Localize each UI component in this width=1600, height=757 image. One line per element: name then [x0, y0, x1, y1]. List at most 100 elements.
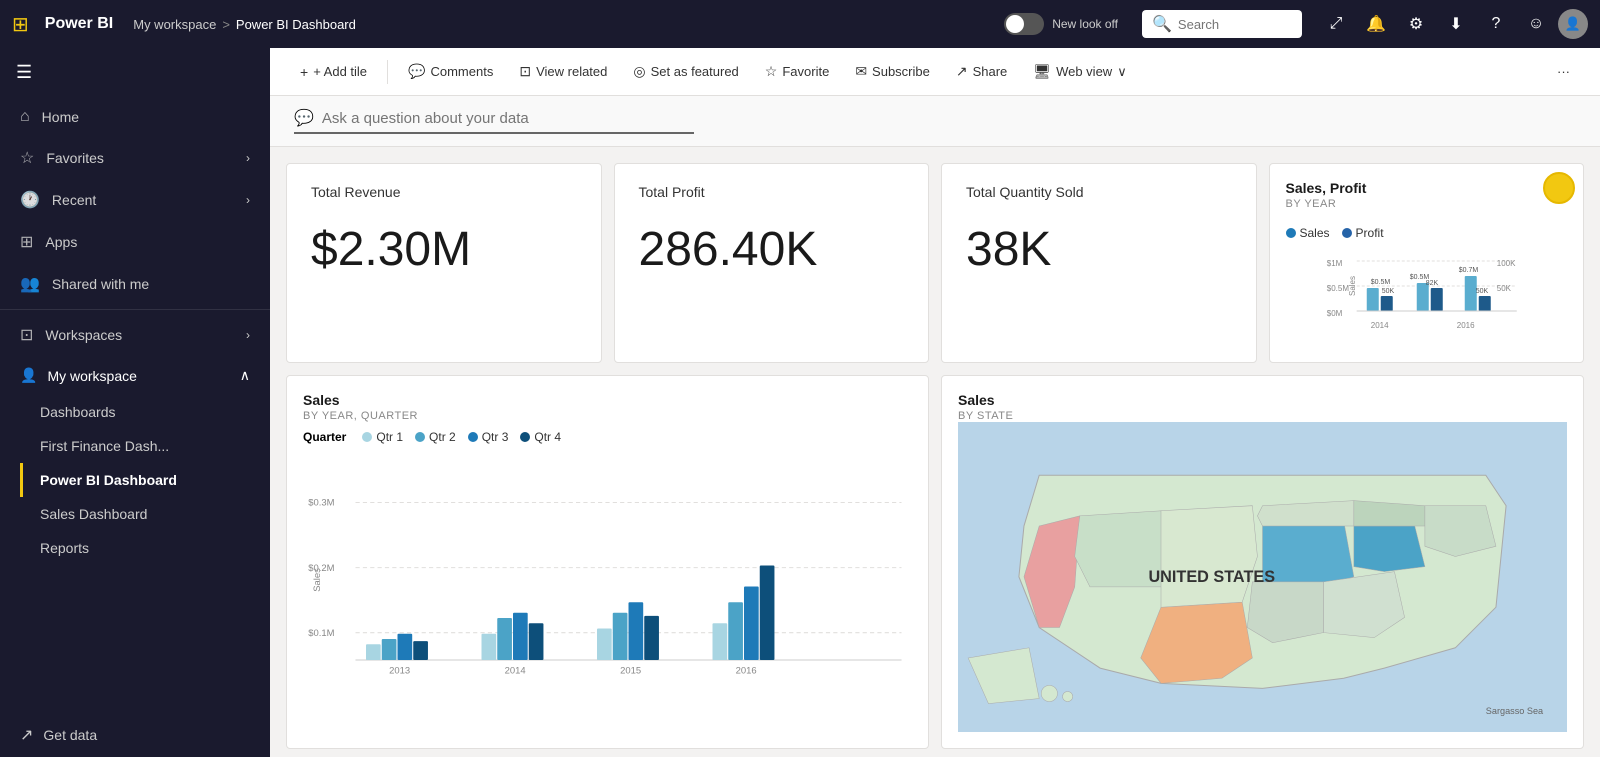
qa-icon: 💬	[294, 108, 314, 128]
qtr4-dot	[520, 432, 530, 442]
sidebar-item-get-data[interactable]: ↗ Get data	[0, 713, 270, 757]
breadcrumb-workspace[interactable]: My workspace	[133, 17, 216, 32]
total-qty-value: 38K	[966, 224, 1232, 277]
user-avatar[interactable]: 👤	[1558, 9, 1588, 39]
toolbar: + + Add tile 💬 Comments ⊡ View related ◎…	[270, 48, 1600, 96]
emoji-icon[interactable]: ☺	[1518, 6, 1554, 42]
featured-icon: ◎	[633, 63, 645, 80]
sidebar-favorites-label: Favorites	[46, 150, 104, 166]
qtr4-label: Qtr 4	[534, 430, 561, 444]
qtr3-legend: Qtr 3	[468, 430, 509, 444]
toggle-label: New look off	[1052, 17, 1118, 31]
sargasso-sea-label: Sargasso Sea	[1486, 706, 1544, 716]
settings-icon[interactable]: ⚙	[1398, 6, 1434, 42]
sidebar-item-reports[interactable]: Reports	[20, 531, 270, 565]
add-icon: +	[300, 64, 308, 80]
sales-state-title: Sales	[958, 392, 1567, 408]
breadcrumb: My workspace > Power BI Dashboard	[133, 17, 980, 32]
svg-text:2013: 2013	[389, 666, 410, 677]
bell-icon[interactable]: 🔔	[1358, 6, 1394, 42]
nav-icons: ⤢ 🔔 ⚙ ⬇ ? ☺ 👤	[1318, 6, 1588, 42]
top-navigation: ⊞ Power BI My workspace > Power BI Dashb…	[0, 0, 1600, 48]
favorite-button[interactable]: ☆ Favorite	[755, 57, 840, 86]
sales-profit-card: Sales, Profit BY YEAR Sales Profit	[1269, 163, 1585, 363]
us-map-container: UNITED STATES Sargasso Sea	[958, 422, 1567, 732]
total-revenue-value: $2.30M	[311, 224, 577, 277]
yellow-indicator	[1543, 172, 1575, 204]
first-finance-label: First Finance Dash...	[40, 438, 169, 454]
share-button[interactable]: ↗ Share	[946, 57, 1017, 86]
waffle-icon[interactable]: ⊞	[12, 12, 29, 37]
sidebar-header[interactable]: ☰	[0, 48, 270, 97]
chevron-down-icon: ∧	[240, 367, 250, 384]
chevron-right-icon-2: ›	[246, 193, 250, 207]
svg-text:2014: 2014	[505, 666, 526, 677]
new-look-toggle[interactable]	[1004, 13, 1044, 35]
set-featured-button[interactable]: ◎ Set as featured	[623, 57, 748, 86]
chevron-right-icon-3: ›	[246, 328, 250, 342]
us-map-svg: UNITED STATES Sargasso Sea	[958, 422, 1567, 732]
qtr2-legend: Qtr 2	[415, 430, 456, 444]
share-icon: ↗	[956, 63, 968, 80]
help-icon[interactable]: ?	[1478, 6, 1514, 42]
sidebar-divider	[0, 309, 270, 310]
subscribe-label: Subscribe	[872, 64, 930, 79]
sidebar-item-first-finance[interactable]: First Finance Dash...	[20, 429, 270, 463]
toolbar-separator-1	[387, 60, 388, 84]
workspaces-icon: ⊡	[20, 325, 33, 345]
my-workspace-toggle[interactable]: 👤 My workspace ∧	[0, 356, 270, 395]
svg-text:Sales: Sales	[1347, 276, 1356, 296]
subscribe-button[interactable]: ✉ Subscribe	[845, 57, 940, 86]
qa-input-wrapper[interactable]: 💬	[294, 108, 694, 134]
sidebar-item-favorites[interactable]: ☆ Favorites ›	[0, 137, 270, 179]
sidebar-apps-label: Apps	[45, 234, 77, 250]
search-box[interactable]: 🔍	[1142, 10, 1302, 38]
svg-text:50K: 50K	[1475, 288, 1488, 295]
chevron-right-icon: ›	[246, 151, 250, 165]
home-icon: ⌂	[20, 108, 30, 126]
quarter-legend: Quarter Qtr 1 Qtr 2 Qtr 3	[303, 430, 912, 444]
add-tile-button[interactable]: + + Add tile	[290, 58, 377, 86]
quarter-label: Quarter	[303, 430, 346, 444]
qa-input[interactable]	[322, 110, 694, 127]
view-related-button[interactable]: ⊡ View related	[509, 57, 617, 86]
total-revenue-card: Total Revenue $2.30M	[286, 163, 602, 363]
expand-icon[interactable]: ⤢	[1318, 6, 1354, 42]
sidebar-item-home[interactable]: ⌂ Home	[0, 97, 270, 137]
favorite-icon: ☆	[765, 63, 778, 80]
total-qty-card: Total Quantity Sold 38K	[941, 163, 1257, 363]
svg-text:100K: 100K	[1496, 259, 1515, 268]
sidebar-item-dashboards[interactable]: Dashboards	[20, 395, 270, 429]
sidebar-item-workspaces[interactable]: ⊡ Workspaces ›	[0, 314, 270, 356]
breadcrumb-current: Power BI Dashboard	[236, 17, 356, 32]
more-label: ···	[1557, 64, 1570, 79]
sidebar-item-shared[interactable]: 👥 Shared with me	[0, 263, 270, 305]
shared-icon: 👥	[20, 274, 40, 294]
download-icon[interactable]: ⬇	[1438, 6, 1474, 42]
sidebar-item-apps[interactable]: ⊞ Apps	[0, 221, 270, 263]
svg-text:$0M: $0M	[1326, 309, 1342, 318]
power-bi-dashboard-label: Power BI Dashboard	[40, 472, 177, 488]
svg-text:$0.1M: $0.1M	[308, 628, 334, 639]
qtr2-dot	[415, 432, 425, 442]
comments-button[interactable]: 💬 Comments	[398, 57, 503, 86]
sidebar-item-power-bi-dashboard[interactable]: Power BI Dashboard	[20, 463, 270, 497]
view-related-label: View related	[536, 64, 607, 79]
sidebar-item-recent[interactable]: 🕐 Recent ›	[0, 179, 270, 221]
profit-legend-item: Profit	[1342, 226, 1384, 240]
sales-dashboard-label: Sales Dashboard	[40, 506, 147, 522]
sales-state-subtitle: BY STATE	[958, 410, 1567, 422]
qtr4-legend: Qtr 4	[520, 430, 561, 444]
search-input[interactable]	[1178, 17, 1292, 32]
more-options-button[interactable]: ···	[1547, 58, 1580, 85]
svg-text:$0.7M: $0.7M	[1458, 267, 1478, 274]
brand-logo: Power BI	[45, 15, 113, 33]
svg-text:2014: 2014	[1370, 321, 1388, 330]
qtr1-legend: Qtr 1	[362, 430, 403, 444]
svg-text:Sales: Sales	[312, 568, 323, 592]
sidebar-home-label: Home	[42, 109, 79, 125]
my-workspace-icon: 👤	[20, 367, 37, 384]
qa-bar: 💬	[270, 96, 1600, 147]
web-view-button[interactable]: 🖥 Web view ∨	[1023, 57, 1136, 86]
sidebar-item-sales-dashboard[interactable]: Sales Dashboard	[20, 497, 270, 531]
